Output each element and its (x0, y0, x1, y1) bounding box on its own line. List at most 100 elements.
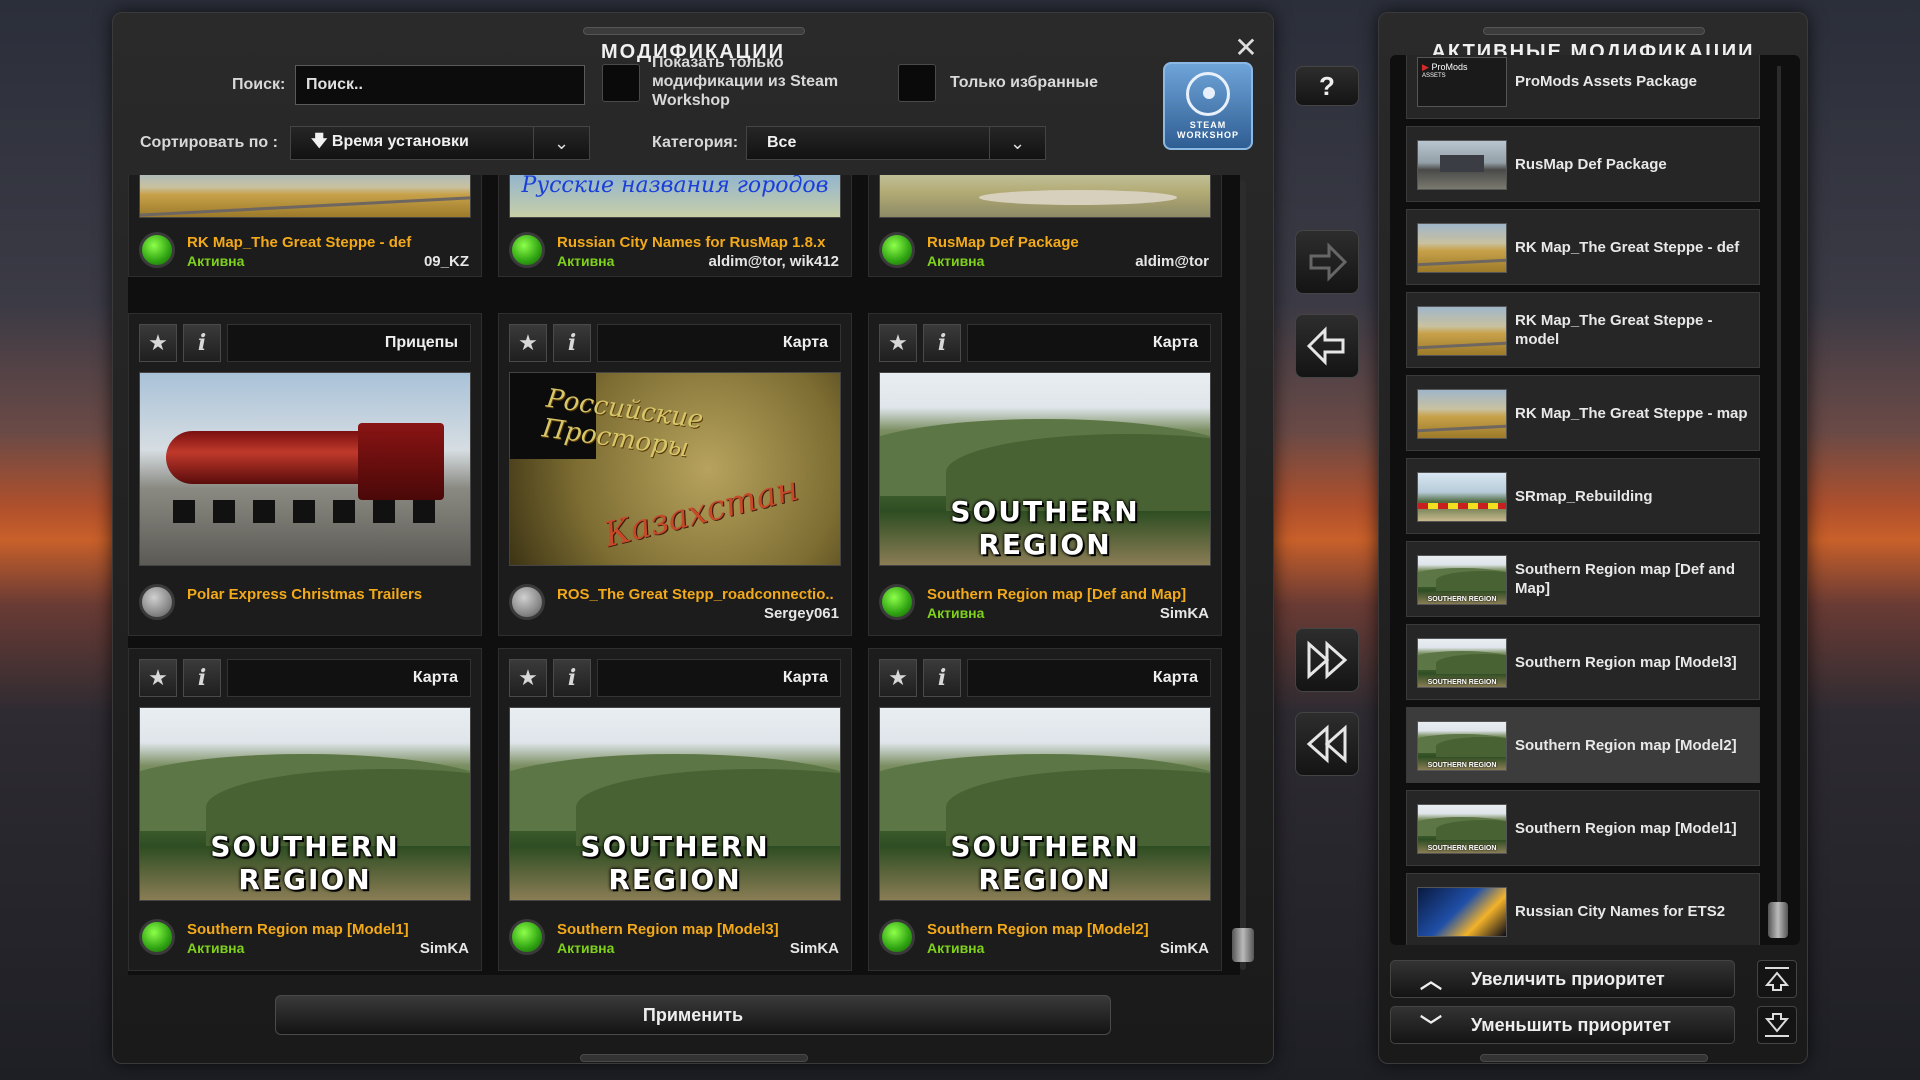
steam-icon (1186, 72, 1230, 116)
activate-mod-button[interactable] (1295, 230, 1359, 294)
active-mod-item[interactable]: RusMap Def Package (1406, 126, 1760, 202)
mod-status-indicator (879, 584, 915, 620)
info-icon[interactable]: i (923, 659, 961, 697)
decrease-priority-label: Уменьшить приоритет (1471, 1014, 1671, 1035)
sort-label: Сортировать по : (140, 134, 278, 151)
title-tab (1483, 27, 1705, 35)
active-mod-item[interactable]: Russian City Names for ETS2 (1406, 873, 1760, 945)
active-mod-item[interactable]: SOUTHERN REGION Southern Region map [Mode… (1406, 790, 1760, 866)
mod-card[interactable]: ★ i Карта SOUTHERN REGION Southern Region ma… (868, 313, 1222, 636)
favorites-only-checkbox[interactable] (898, 64, 936, 102)
title-tab (583, 27, 805, 35)
active-mod-item[interactable]: RK Map_The Great Steppe - def (1406, 209, 1760, 285)
chevron-down-icon[interactable]: ⌄ (533, 127, 589, 159)
favorite-star-icon[interactable]: ★ (139, 324, 177, 362)
mod-category: Прицепы (227, 324, 471, 362)
mod-info: Southern Region map [Def and Map] Активна… (879, 574, 1211, 628)
mod-name: RusMap Def Package (927, 234, 1079, 251)
move-bottom-button[interactable] (1757, 1006, 1797, 1044)
mod-name: Southern Region map [Def and Map] (927, 586, 1187, 603)
increase-priority-button[interactable]: ︿ Увеличить приоритет (1390, 960, 1735, 998)
active-mod-item[interactable]: SOUTHERN REGION Southern Region map [Def … (1406, 541, 1760, 617)
activate-all-button[interactable] (1295, 628, 1359, 692)
favorite-star-icon[interactable]: ★ (509, 324, 547, 362)
mod-name: RK Map_The Great Steppe - def (187, 234, 412, 251)
mod-card[interactable]: ★ i Карта Российские Просторы Казахстан ROS_T… (498, 313, 852, 636)
mod-card-toolbar: ★ i Карта (879, 659, 1211, 697)
apply-button[interactable]: Применить (275, 995, 1111, 1035)
active-mods-scrollbar[interactable] (1777, 66, 1781, 936)
chevron-up-icon: ︿ (1419, 968, 1442, 993)
mod-card[interactable]: ★ i Прицепы Polar Express Christmas Trailer… (128, 313, 482, 636)
category-dropdown[interactable]: Все ⌄ (746, 126, 1046, 160)
mod-status: Активна (927, 940, 985, 956)
info-icon[interactable]: i (183, 659, 221, 697)
mod-name: Polar Express Christmas Trailers (187, 586, 423, 603)
mod-card[interactable]: ★ i Карта SOUTHERN REGION Southern Region ma… (868, 648, 1222, 971)
active-mod-item[interactable]: RK Map_The Great Steppe - map (1406, 375, 1760, 451)
info-icon[interactable]: i (553, 324, 591, 362)
thumb-caption: SOUTHERN REGION (1427, 762, 1497, 769)
mods-scrollbar[interactable] (1240, 180, 1246, 970)
deactivate-mod-button[interactable] (1295, 314, 1359, 378)
thumb-caption: SOUTHERN REGION (950, 830, 1140, 896)
mod-card-toolbar: ★ i Карта (509, 324, 841, 362)
info-icon[interactable]: i (183, 324, 221, 362)
active-mod-item[interactable]: SRmap_Rebuilding (1406, 458, 1760, 534)
info-icon[interactable]: i (553, 659, 591, 697)
mod-info: Russian City Names for RusMap 1.8.x Актив… (509, 222, 841, 276)
chevron-down-icon[interactable]: ⌄ (989, 127, 1045, 159)
steam-workshop-label: STEAM WORKSHOP (1177, 120, 1239, 140)
close-icon[interactable]: ✕ (1231, 33, 1261, 63)
mod-info: Southern Region map [Model2] Активна SimKA (879, 909, 1211, 963)
active-mod-thumbnail (1417, 472, 1507, 522)
steam-workshop-button[interactable]: STEAM WORKSHOP (1163, 62, 1253, 150)
search-label: Поиск: (232, 76, 286, 93)
thumb-caption: SOUTHERN REGION (580, 830, 770, 896)
mods-scrollbar-thumb[interactable] (1232, 928, 1254, 962)
mod-thumbnail (139, 175, 471, 218)
steam-only-checkbox[interactable] (602, 64, 640, 102)
mod-card[interactable]: ★ i Карта SOUTHERN REGION Southern Region ma… (498, 648, 852, 971)
decrease-priority-button[interactable]: ﹀ Уменьшить приоритет (1390, 1006, 1735, 1044)
favorite-star-icon[interactable]: ★ (879, 324, 917, 362)
sort-down-icon: 🡇 (311, 132, 332, 150)
sort-dropdown[interactable]: 🡇 Время установки ⌄ (290, 126, 590, 160)
mod-status-indicator (879, 919, 915, 955)
mod-thumbnail (139, 372, 471, 566)
mod-category: Карта (227, 659, 471, 697)
active-mod-item[interactable]: RK Map_The Great Steppe - model (1406, 292, 1760, 368)
active-mod-item[interactable]: SOUTHERN REGION Southern Region map [Mode… (1406, 707, 1760, 783)
favorite-star-icon[interactable]: ★ (139, 659, 177, 697)
arrow-right-icon (1309, 242, 1348, 282)
double-arrow-left-icon (1306, 724, 1347, 764)
active-mod-item[interactable]: ▶ ProMods ASSETS ProMods Assets Package (1406, 55, 1760, 119)
move-top-button[interactable] (1757, 960, 1797, 998)
active-mod-thumbnail: ▶ ProMods ASSETS (1417, 57, 1507, 107)
search-input[interactable] (295, 65, 585, 105)
active-mod-thumbnail: SOUTHERN REGION (1417, 721, 1507, 771)
active-mod-thumbnail (1417, 306, 1507, 356)
deactivate-all-button[interactable] (1295, 712, 1359, 776)
mod-name: Russian City Names for RusMap 1.8.x (557, 234, 826, 251)
active-mod-item[interactable]: SOUTHERN REGION Southern Region map [Mode… (1406, 624, 1760, 700)
active-mod-name: Russian City Names for ETS2 (1515, 902, 1726, 920)
mod-thumbnail: SOUTHERN REGION (139, 707, 471, 901)
mod-card[interactable]: ★ i Карта SOUTHERN REGION Southern Region ma… (128, 648, 482, 971)
active-mods-scrollbar-thumb[interactable] (1768, 902, 1788, 938)
active-mod-name: RK Map_The Great Steppe - def (1515, 238, 1740, 256)
info-icon[interactable]: i (923, 324, 961, 362)
mod-card[interactable]: RK Map_The Great Steppe - def Активна 09_K… (128, 175, 482, 277)
bottom-tab (580, 1054, 808, 1062)
mod-card[interactable]: RusMap Def Package Активна aldim@tor (868, 175, 1222, 277)
mod-card[interactable]: Русские названия городов Russian City Nam… (498, 175, 852, 277)
help-button[interactable]: ? (1295, 66, 1359, 106)
active-mod-thumbnail (1417, 223, 1507, 273)
favorite-star-icon[interactable]: ★ (879, 659, 917, 697)
mod-status-indicator (509, 919, 545, 955)
favorite-star-icon[interactable]: ★ (509, 659, 547, 697)
sort-dropdown-value: 🡇 Время установки (311, 132, 469, 150)
active-mod-thumbnail (1417, 887, 1507, 937)
arrow-left-icon (1306, 326, 1345, 366)
chevron-down-icon: ﹀ (1419, 1014, 1442, 1039)
